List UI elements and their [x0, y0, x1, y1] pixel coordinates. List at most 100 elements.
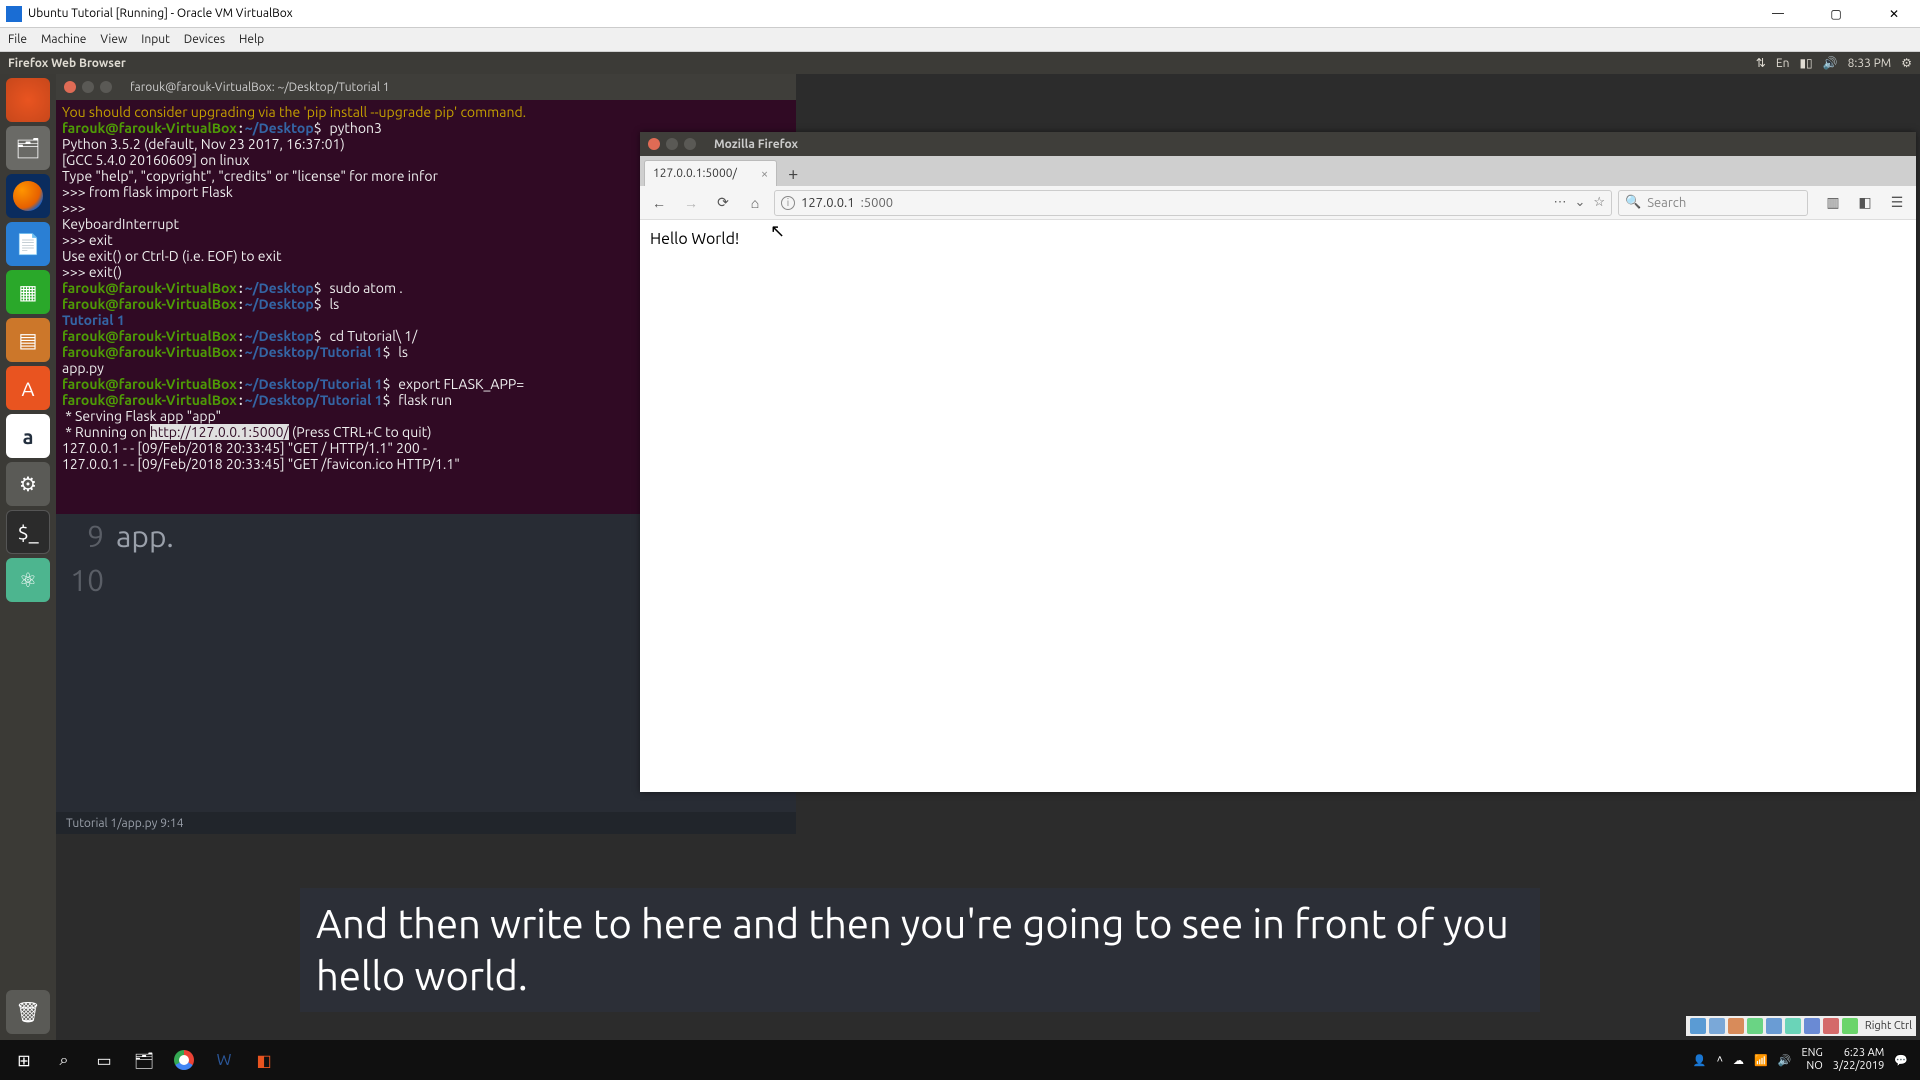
people-icon[interactable]: 👤 — [1693, 1054, 1707, 1067]
close-icon[interactable] — [648, 138, 660, 150]
subtitle-line1: And then write to here and then you're g… — [316, 898, 1524, 950]
firefox-tab-bar: 127.0.0.1:5000/ × + — [640, 156, 1916, 186]
vb-optical-icon[interactable] — [1709, 1018, 1725, 1034]
reload-button[interactable]: ⟳ — [710, 190, 736, 216]
active-app-label: Firefox Web Browser — [8, 57, 1756, 70]
tab-label: 127.0.0.1:5000/ — [653, 167, 737, 180]
close-button[interactable]: ✕ — [1874, 4, 1914, 24]
minimize-button[interactable]: — — [1758, 4, 1798, 24]
browser-tab[interactable]: 127.0.0.1:5000/ × — [644, 160, 777, 186]
onedrive-icon[interactable]: ☁ — [1733, 1054, 1744, 1067]
firefox-toolbar: ← → ⟳ ⌂ i 127.0.0.1:5000 ⋯ ⌄ ☆ 🔍 Search … — [640, 186, 1916, 220]
address-bar[interactable]: i 127.0.0.1 :5000 ⋯ ⌄ ☆ — [774, 190, 1612, 216]
library-icon[interactable]: ▥ — [1820, 190, 1846, 216]
dash-icon[interactable] — [6, 78, 50, 122]
forward-button[interactable]: → — [678, 190, 704, 216]
battery-icon[interactable]: ▮▯ — [1799, 56, 1812, 70]
calc-icon[interactable]: ▦ — [6, 270, 50, 314]
url-port: :5000 — [861, 196, 894, 210]
minimize-icon[interactable] — [82, 81, 94, 93]
bookmark-star-icon[interactable]: ☆ — [1593, 195, 1605, 210]
firefox-title: Mozilla Firefox — [714, 138, 798, 151]
back-button[interactable]: ← — [646, 190, 672, 216]
search-button[interactable]: ⌕ — [44, 1040, 84, 1080]
terminal-titlebar: farouk@farouk-VirtualBox: ~/Desktop/Tuto… — [56, 74, 796, 100]
vb-shared-icon[interactable] — [1785, 1018, 1801, 1034]
start-button[interactable]: ⊞ — [4, 1040, 44, 1080]
volume-icon[interactable]: 🔊 — [1778, 1054, 1792, 1067]
close-icon[interactable] — [64, 81, 76, 93]
menu-machine[interactable]: Machine — [41, 33, 86, 46]
search-icon: 🔍 — [1625, 195, 1641, 210]
vb-disk-icon[interactable] — [1690, 1018, 1706, 1034]
minimize-icon[interactable] — [666, 138, 678, 150]
clock[interactable]: 8:33 PM — [1848, 57, 1892, 70]
sidebar-icon[interactable]: ◧ — [1852, 190, 1878, 216]
firefox-window[interactable]: Mozilla Firefox 127.0.0.1:5000/ × + ← → … — [640, 132, 1916, 792]
network-updown-icon[interactable]: ⇅ — [1756, 56, 1766, 70]
vb-audio-icon[interactable] — [1728, 1018, 1744, 1034]
terminal-title: farouk@farouk-VirtualBox: ~/Desktop/Tuto… — [130, 81, 390, 94]
sound-icon[interactable]: 🔊 — [1823, 56, 1838, 70]
file-explorer-icon[interactable]: 🗂 — [124, 1040, 164, 1080]
hamburger-menu-icon[interactable]: ☰ — [1884, 190, 1910, 216]
menu-file[interactable]: File — [8, 33, 27, 46]
wifi-icon[interactable]: 📶 — [1754, 1054, 1768, 1067]
gear-icon[interactable]: ⚙ — [1901, 56, 1912, 70]
vb-display-icon[interactable] — [1804, 1018, 1820, 1034]
language-indicator[interactable]: En — [1776, 57, 1790, 70]
vb-hostkey-icon[interactable] — [1842, 1018, 1858, 1034]
software-icon[interactable]: A — [6, 366, 50, 410]
vb-recording-icon[interactable] — [1823, 1018, 1839, 1034]
atom-line-number: 10 — [56, 563, 116, 597]
virtualbox-status-icons: Right Ctrl — [1686, 1016, 1916, 1036]
url-host: 127.0.0.1 — [801, 196, 855, 210]
page-content: Hello World! — [640, 220, 1916, 259]
site-info-icon[interactable]: i — [781, 196, 795, 210]
files-icon[interactable]: 🗂 — [6, 126, 50, 170]
virtualbox-titlebar: Ubuntu Tutorial [Running] - Oracle VM Vi… — [0, 0, 1920, 28]
maximize-button[interactable]: ▢ — [1816, 4, 1856, 24]
settings-icon[interactable]: ⚙ — [6, 462, 50, 506]
ubuntu-launcher: 🗂 📄 ▦ ▤ A a ⚙ $_ ⚛ 🗑 — [0, 74, 56, 1040]
tray-chevron-icon[interactable]: ˄ — [1717, 1054, 1723, 1066]
trash-icon[interactable]: 🗑 — [6, 990, 50, 1034]
firefox-titlebar: Mozilla Firefox — [640, 132, 1916, 156]
windows-taskbar: ⊞ ⌕ ▭ 🗂 W ◧ 👤 ˄ ☁ 📶 🔊 ENG NO 6:23 AM 3/2… — [0, 1040, 1920, 1080]
terminal-icon[interactable]: $_ — [6, 510, 50, 554]
vb-usb-icon[interactable] — [1766, 1018, 1782, 1034]
new-tab-button[interactable]: + — [781, 162, 805, 186]
subtitle-overlay: And then write to here and then you're g… — [300, 888, 1540, 1012]
search-bar[interactable]: 🔍 Search — [1618, 190, 1808, 216]
tab-close-icon[interactable]: × — [761, 167, 768, 181]
menu-devices[interactable]: Devices — [184, 33, 225, 46]
menu-help[interactable]: Help — [239, 33, 264, 46]
chrome-taskbar-icon[interactable] — [164, 1040, 204, 1080]
pocket-icon[interactable]: ⌄ — [1574, 195, 1585, 210]
action-center-icon[interactable]: 💬 — [1894, 1054, 1908, 1067]
ubuntu-desktop: 🗂 📄 ▦ ▤ A a ⚙ $_ ⚛ 🗑 9 app. 10 Tutorial … — [0, 74, 1920, 1040]
menu-input[interactable]: Input — [141, 33, 170, 46]
home-button[interactable]: ⌂ — [742, 190, 768, 216]
ubuntu-topbar: Firefox Web Browser ⇅ En ▮▯ 🔊 8:33 PM ⚙ — [0, 52, 1920, 74]
maximize-icon[interactable] — [684, 138, 696, 150]
impress-icon[interactable]: ▤ — [6, 318, 50, 362]
menu-view[interactable]: View — [100, 33, 127, 46]
firefox-icon[interactable] — [6, 174, 50, 218]
amazon-icon[interactable]: a — [6, 414, 50, 458]
page-actions-icon[interactable]: ⋯ — [1553, 195, 1566, 210]
page-text: Hello World! — [650, 230, 739, 248]
atom-status-bar: Tutorial 1/app.py 9:14 — [56, 812, 796, 834]
atom-code-line[interactable]: app. — [116, 519, 174, 553]
virtualbox-icon — [6, 6, 22, 22]
virtualbox-taskbar-icon[interactable]: ◧ — [244, 1040, 284, 1080]
task-view-button[interactable]: ▭ — [84, 1040, 124, 1080]
vb-network-icon[interactable] — [1747, 1018, 1763, 1034]
word-taskbar-icon[interactable]: W — [204, 1040, 244, 1080]
maximize-icon[interactable] — [100, 81, 112, 93]
language-tray[interactable]: ENG NO — [1801, 1047, 1822, 1073]
atom-icon[interactable]: ⚛ — [6, 558, 50, 602]
taskbar-clock[interactable]: 6:23 AM 3/22/2019 — [1833, 1047, 1885, 1073]
vb-hostkey-label: Right Ctrl — [1865, 1020, 1912, 1032]
writer-icon[interactable]: 📄 — [6, 222, 50, 266]
